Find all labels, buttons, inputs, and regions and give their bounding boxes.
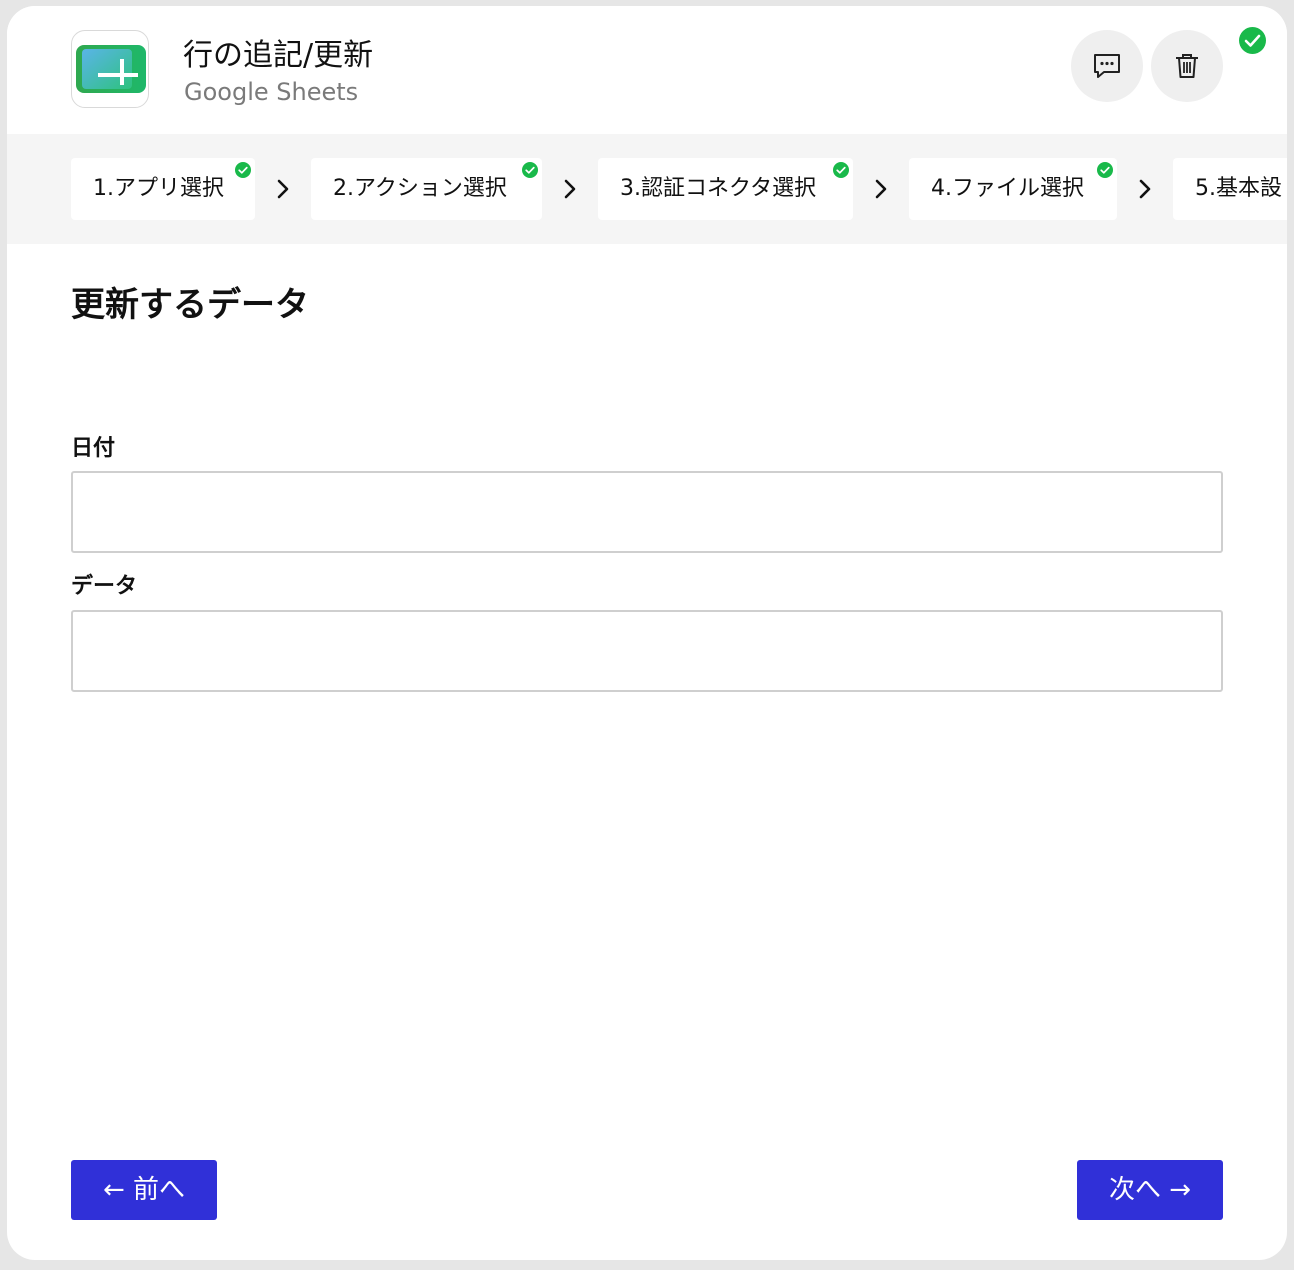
step-label: 5.基本設 [1195, 176, 1282, 201]
google-sheets-icon [76, 45, 146, 93]
action-settings-card: 行の追記/更新 Google Sheets 1.アプリ選択 2.アクション選択 … [7, 6, 1287, 1260]
check-circle-icon [522, 162, 538, 178]
app-name: Google Sheets [184, 78, 359, 106]
trash-icon [1176, 54, 1198, 78]
step-app-select[interactable]: 1.アプリ選択 [71, 158, 255, 220]
check-circle-icon [1097, 162, 1113, 178]
app-icon-box [71, 30, 149, 108]
step-label: 4.ファイル選択 [931, 176, 1084, 201]
date-field-label: 日付 [71, 436, 116, 461]
steps-bar: 1.アプリ選択 2.アクション選択 3.認証コネクタ選択 4.ファイル選択 5.… [7, 134, 1287, 244]
step-file-select[interactable]: 4.ファイル選択 [909, 158, 1117, 220]
next-button[interactable]: 次へ → [1077, 1160, 1223, 1220]
step-basic-settings[interactable]: 5.基本設 [1173, 158, 1287, 220]
page-title: 行の追記/更新 [183, 38, 374, 73]
step-label: 3.認証コネクタ選択 [620, 176, 817, 201]
check-circle-icon [1239, 27, 1266, 54]
step-action-select[interactable]: 2.アクション選択 [311, 158, 542, 220]
chevron-right-icon [564, 179, 576, 199]
step-label: 1.アプリ選択 [93, 176, 224, 201]
chevron-right-icon [875, 179, 887, 199]
data-input[interactable] [71, 610, 1223, 692]
header: 行の追記/更新 Google Sheets [7, 6, 1287, 134]
step-label: 2.アクション選択 [333, 176, 507, 201]
check-circle-icon [833, 162, 849, 178]
date-input[interactable] [71, 471, 1223, 553]
step-connector-select[interactable]: 3.認証コネクタ選択 [598, 158, 853, 220]
chevron-right-icon [1139, 179, 1151, 199]
data-field-label: データ [71, 574, 138, 599]
comment-icon [1094, 54, 1120, 78]
delete-button[interactable] [1151, 30, 1223, 102]
prev-button[interactable]: ← 前へ [71, 1160, 217, 1220]
section-title: 更新するデータ [71, 285, 309, 325]
chevron-right-icon [277, 179, 289, 199]
check-circle-icon [235, 162, 251, 178]
comment-button[interactable] [1071, 30, 1143, 102]
